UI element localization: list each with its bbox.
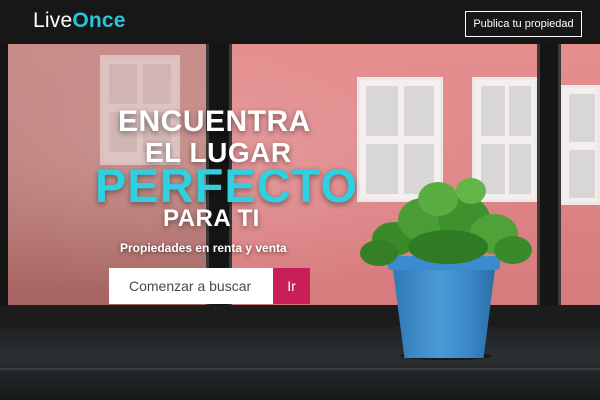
- hero-tagline: Propiedades en renta y venta: [120, 241, 287, 255]
- search-input[interactable]: [109, 268, 273, 304]
- logo-accent-text: Once: [72, 9, 126, 32]
- window-frame: [0, 40, 8, 340]
- logo-text: Live: [33, 9, 73, 32]
- search-go-button[interactable]: Ir: [273, 268, 310, 304]
- hero-headline-line1: ENCUENTRA: [118, 105, 311, 138]
- search-bar: Ir: [109, 268, 310, 304]
- window-sill: [0, 327, 600, 400]
- building-window: [560, 85, 600, 205]
- hero-headline-line4: PARA TI: [163, 205, 260, 232]
- logo[interactable]: LiveOnce: [33, 9, 126, 33]
- publish-property-button[interactable]: Publica tu propiedad: [465, 11, 582, 37]
- window-frame: [0, 305, 600, 327]
- plant-pot: [392, 262, 496, 358]
- top-navbar: LiveOnce Publica tu propiedad: [0, 0, 600, 44]
